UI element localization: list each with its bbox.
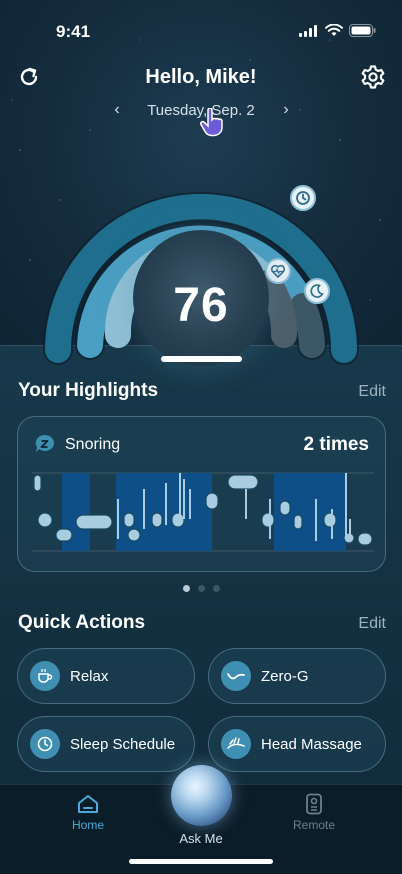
battery-icon [349,24,376,37]
pointer-hand-icon [200,108,223,137]
sheet-handle[interactable] [161,356,242,362]
remote-icon [306,793,322,815]
signal-icon [299,24,317,37]
highlights-title: Your Highlights [18,380,159,401]
coffee-cup-icon [30,661,60,691]
zero-g-icon [221,661,251,691]
tab-remote[interactable]: Remote [274,793,354,832]
pager-dot-3[interactable] [212,585,220,592]
snoring-timeline-chart [32,472,374,552]
ask-me-label: Ask Me [179,831,223,846]
head-massage-label: Head Massage [261,735,362,753]
wifi-icon [325,24,343,36]
quick-actions-title: Quick Actions [18,612,146,633]
status-bar: 9:41 [0,18,402,48]
relax-button[interactable]: Relax [17,648,195,704]
zero-g-label: Zero-G [261,667,309,685]
snore-icon [35,434,54,452]
tab-home-label: Home [71,818,104,832]
pager-dot-2[interactable] [197,585,205,592]
snoring-count: 2 times [303,434,369,455]
tab-remote-label: Remote [292,818,336,832]
pager-dot-1[interactable] [182,585,190,592]
home-indicator [129,859,273,864]
highlights-pager[interactable] [0,585,402,592]
snoring-highlight-card[interactable]: Snoring 2 times [17,416,386,572]
relax-label: Relax [70,667,109,685]
ask-me-orb-button[interactable] [171,765,232,826]
highlights-edit-button[interactable]: Edit [358,383,386,401]
head-massage-button[interactable]: Head Massage [208,716,386,772]
status-icons [299,24,376,37]
clock-moon-icon [30,729,60,759]
clock-icon[interactable] [290,185,316,211]
massage-icon [221,729,251,759]
zero-g-button[interactable]: Zero-G [208,648,386,704]
home-icon [78,795,98,813]
tab-home[interactable]: Home [48,793,128,832]
greeting-title: Hello, Mike! [145,66,257,88]
next-day-button[interactable]: › [277,101,295,121]
sleep-schedule-button[interactable]: Sleep Schedule [17,716,195,772]
sleep-score-value: 76 [173,279,229,332]
sleep-schedule-label: Sleep Schedule [70,735,176,753]
status-time: 9:41 [56,22,91,41]
snoring-label: Snoring [65,436,121,453]
quick-actions-edit-button[interactable]: Edit [358,615,386,633]
gear-icon[interactable] [360,64,386,90]
